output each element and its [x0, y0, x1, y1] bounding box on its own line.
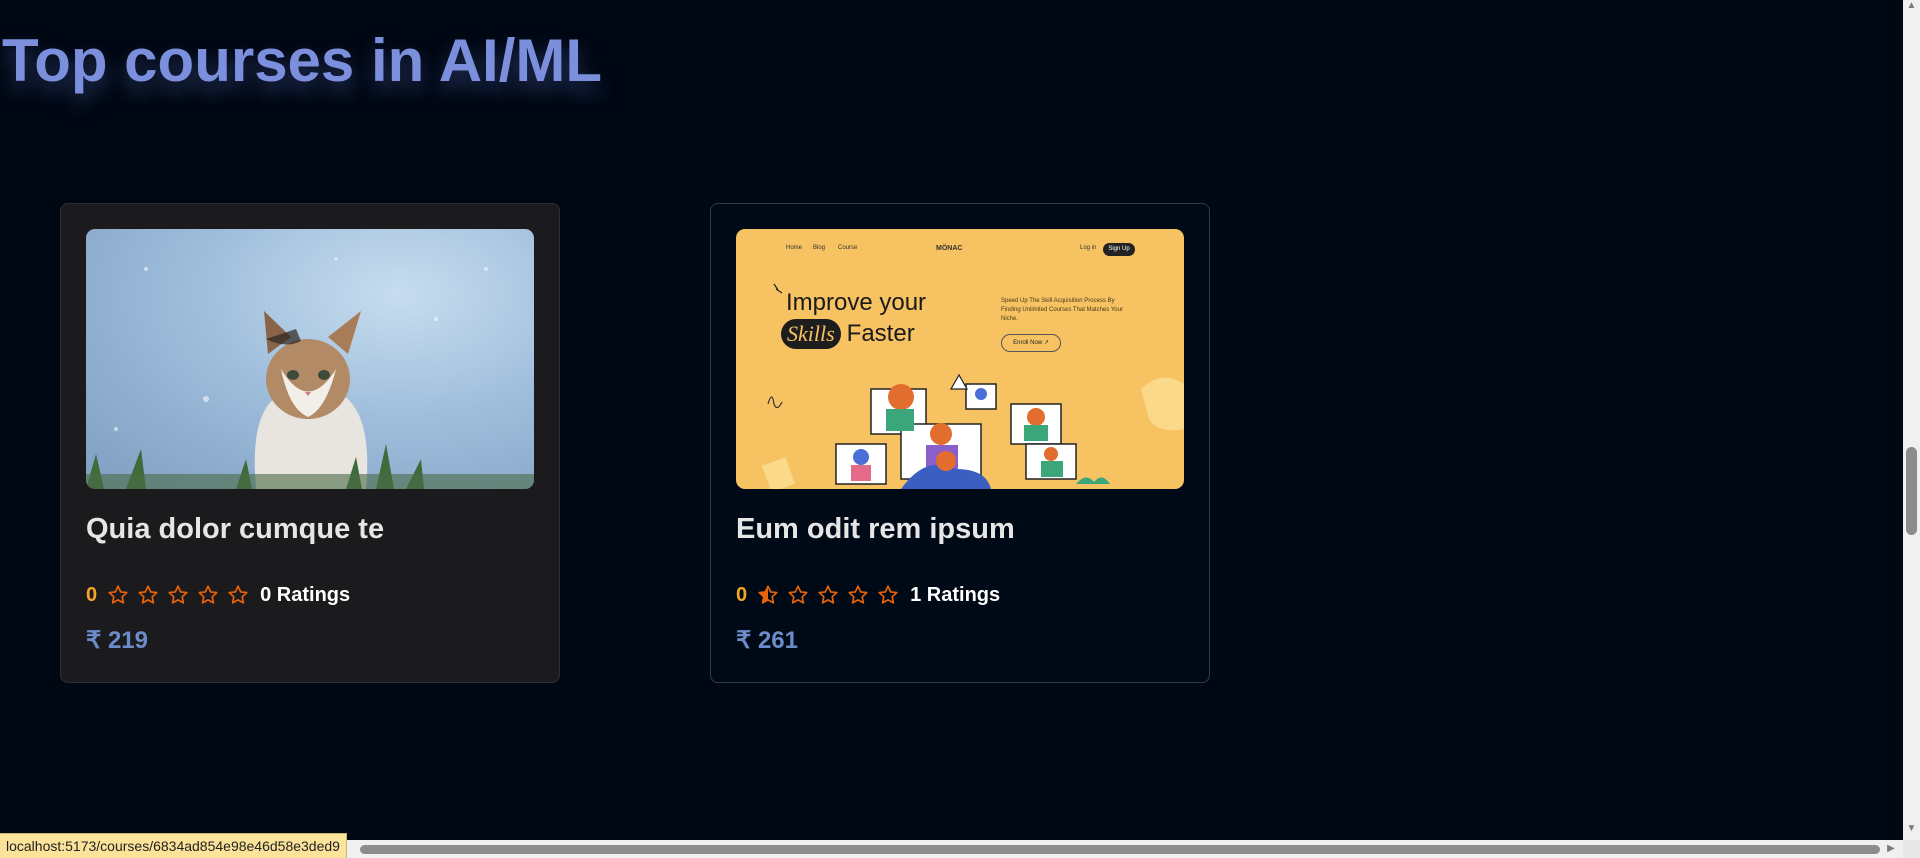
- rating-value: 0: [736, 583, 748, 606]
- course-thumbnail[interactable]: Home Blog Course MÖNAC Log in Sign Up Im…: [736, 229, 1184, 489]
- star-empty-icon: [817, 584, 839, 606]
- vertical-scrollbar-thumb[interactable]: [1906, 447, 1917, 535]
- course-illustration-icon: Home Blog Course MÖNAC Log in Sign Up Im…: [736, 229, 1184, 489]
- rating-value: 0: [86, 583, 98, 606]
- section-title: Top courses in AI/ML: [2, 27, 603, 94]
- star-empty-icon: [137, 584, 159, 606]
- star-empty-icon: [197, 584, 219, 606]
- ratings-count: 0 Ratings: [260, 583, 351, 606]
- scroll-up-arrow-icon[interactable]: ▲: [1905, 0, 1918, 12]
- course-thumbnail[interactable]: [86, 229, 534, 489]
- course-title[interactable]: Eum odit rem ipsum: [736, 513, 1184, 546]
- cat-photo-icon: [86, 229, 534, 489]
- scroll-down-arrow-icon[interactable]: ▼: [1905, 823, 1918, 835]
- course-card[interactable]: Home Blog Course MÖNAC Log in Sign Up Im…: [710, 203, 1210, 683]
- illustration-people-icon: [761, 283, 1184, 489]
- rating-row: 0 0 Ratings: [86, 582, 534, 608]
- status-bar-url: localhost:5173/courses/6834ad854e98e46d5…: [0, 833, 347, 858]
- star-empty-icon: [847, 584, 869, 606]
- star-empty-icon: [877, 584, 899, 606]
- rating-row: 0 1 Ratings: [736, 582, 1184, 608]
- star-empty-icon: [227, 584, 249, 606]
- scroll-right-arrow-icon[interactable]: ▶: [1884, 842, 1898, 856]
- vertical-scrollbar-track[interactable]: [1903, 0, 1920, 840]
- horizontal-scrollbar-thumb[interactable]: [360, 845, 1880, 854]
- course-price: ₹ 219: [86, 627, 148, 654]
- course-card[interactable]: Quia dolor cumque te 0 0 Ratings ₹ 219: [60, 203, 560, 683]
- scrollbar-corner: [1903, 840, 1920, 858]
- page: Top courses in AI/ML Quia dolor cumque t…: [0, 0, 1903, 840]
- ratings-count: 1 Ratings: [910, 583, 1001, 606]
- course-price: ₹ 261: [736, 627, 798, 654]
- course-title[interactable]: Quia dolor cumque te: [86, 513, 534, 546]
- star-empty-icon: [787, 584, 809, 606]
- star-empty-icon: [167, 584, 189, 606]
- star-half-icon: [757, 584, 779, 606]
- star-empty-icon: [107, 584, 129, 606]
